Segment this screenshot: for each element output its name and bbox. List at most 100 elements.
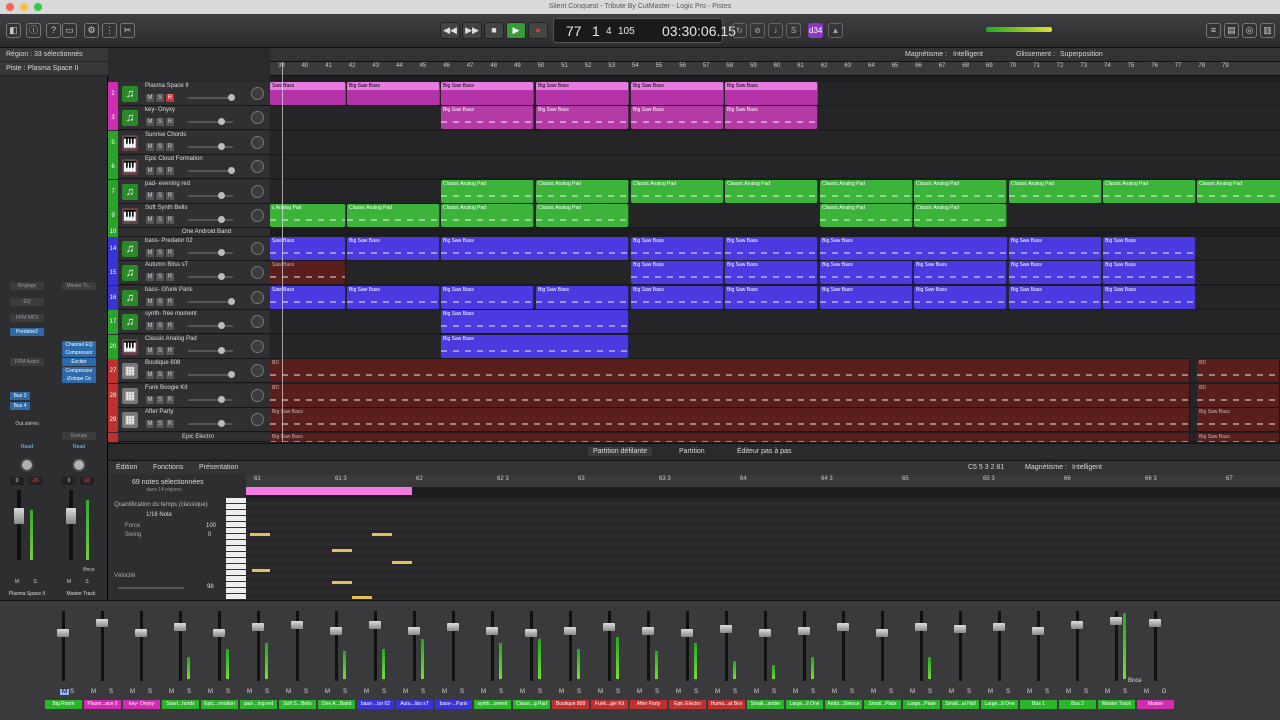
volume-knob[interactable] [218, 143, 225, 150]
region[interactable]: Big Saw Bass [1103, 237, 1196, 260]
eq-slot[interactable]: EQ [10, 298, 44, 306]
audio-fx-slot[interactable]: FPM Audio [10, 358, 44, 366]
mixer-channel-strip[interactable]: M S One A...Band [317, 601, 356, 720]
solo-button[interactable]: S [156, 322, 164, 330]
cpu-meter[interactable]: d34 [808, 23, 823, 38]
inspector-icon[interactable]: ⓘ [26, 23, 41, 38]
volume-knob[interactable] [228, 167, 235, 174]
region[interactable]: Big Saw Bass [725, 286, 818, 309]
mute-button[interactable]: M [910, 689, 915, 695]
volume-knob[interactable] [218, 273, 225, 280]
region[interactable]: Classic Analog Pad [441, 180, 534, 203]
channel-fader[interactable] [1110, 617, 1122, 625]
region[interactable]: Classic Analog Pad [1103, 180, 1196, 203]
channel-fader[interactable] [720, 625, 732, 633]
metronome-icon[interactable]: ▲ [828, 23, 843, 38]
pan-knob-right[interactable] [72, 458, 86, 472]
cycle-icon[interactable]: ↻ [732, 23, 747, 38]
channel-name[interactable]: Classi...g Pad [513, 700, 550, 709]
record-arm-button[interactable]: R [166, 298, 174, 306]
solo-left[interactable]: S [30, 578, 40, 586]
volume-slider[interactable] [188, 167, 235, 174]
channel-name[interactable]: Funk...gie Kit [591, 700, 628, 709]
mute-button[interactable]: M [364, 689, 369, 695]
setting-slot[interactable]: Réglage [10, 282, 44, 290]
automation-read-left[interactable]: Read [10, 443, 44, 451]
mixer-channel-strip[interactable]: M D Master [1136, 601, 1175, 720]
mute-button[interactable]: M [442, 689, 447, 695]
region[interactable]: Big Saw Bass [725, 237, 818, 260]
mixer-channel-strip[interactable]: M S Sunri...hords [161, 601, 200, 720]
region[interactable]: Classic Analog Pad [820, 204, 913, 227]
piano-roll-grid[interactable] [246, 498, 1280, 600]
region[interactable]: Big Saw Bass [347, 286, 440, 309]
mute-button[interactable]: M [286, 689, 291, 695]
fx-slot-3[interactable]: Exciter [62, 358, 96, 366]
region[interactable]: Classic Analog Pad [631, 180, 724, 203]
master-volume-slider[interactable] [986, 27, 1052, 32]
channel-name[interactable]: Small...Plate [864, 700, 901, 709]
record-arm-button[interactable]: R [166, 118, 174, 126]
list-editors-icon[interactable]: ≡ [1206, 23, 1221, 38]
midi-note[interactable] [372, 533, 392, 536]
solo-button[interactable]: S [499, 689, 503, 695]
region[interactable]: Big Saw Bass [1009, 286, 1102, 309]
volume-knob[interactable] [218, 420, 225, 427]
region[interactable]: Classic Analog Pad [536, 204, 629, 227]
solo-button[interactable]: S [109, 689, 113, 695]
mute-button[interactable]: M [871, 689, 876, 695]
channel-fader[interactable] [330, 627, 342, 635]
track-name[interactable]: One Android Band [182, 229, 231, 235]
volume-slider[interactable] [188, 298, 235, 305]
mute-button[interactable]: M [754, 689, 759, 695]
mute-button[interactable]: M [146, 347, 154, 355]
lcd-display[interactable]: 77 1 4 105 03:30:06.15 [553, 18, 736, 43]
solo-button[interactable]: S [156, 216, 164, 224]
mixer-channel-strip[interactable]: M S Classi...g Pad [512, 601, 551, 720]
solo-button[interactable]: S [421, 689, 425, 695]
snap-select[interactable]: Intelligent [953, 51, 983, 58]
solo-button[interactable]: S [156, 167, 164, 175]
pan-knob[interactable] [251, 315, 264, 328]
mute-button[interactable]: M [715, 689, 720, 695]
stop-button[interactable]: ■ [484, 22, 504, 39]
mute-button[interactable]: M [559, 689, 564, 695]
mute-button[interactable]: M [146, 322, 154, 330]
region[interactable]: Big Saw Bass [820, 286, 913, 309]
region[interactable]: Big Saw Bass [270, 408, 1190, 431]
region[interactable]: Classic Analog Pad [1009, 180, 1102, 203]
browser-icon[interactable]: ▥ [1260, 23, 1275, 38]
volume-knob[interactable] [218, 192, 225, 199]
volume-slider[interactable] [188, 273, 233, 280]
track-header[interactable]: 17 ♫ synth- free moment M S R [108, 310, 270, 334]
channel-fader[interactable] [96, 619, 108, 627]
mixer-icon[interactable]: ⋮ [102, 23, 117, 38]
region[interactable]: Big Saw Bass [631, 106, 724, 129]
channel-name[interactable]: Master [1137, 700, 1174, 709]
mute-button[interactable]: M [949, 689, 954, 695]
track-name[interactable]: pad- evening red [145, 181, 190, 187]
region[interactable]: Big Saw Bass [631, 82, 724, 105]
mixer-channel-strip[interactable]: M S After Party [629, 601, 668, 720]
record-arm-button[interactable]: R [166, 322, 174, 330]
region[interactable]: Big Saw Bass [441, 82, 534, 105]
track-header[interactable]: 15 ♫ Autumn Bliss sT M S R [108, 261, 270, 285]
channel-name[interactable]: bass-...Paris [435, 700, 472, 709]
region[interactable]: Big Saw Bass [536, 106, 629, 129]
mute-right[interactable]: M [64, 578, 74, 586]
channel-fader[interactable] [447, 623, 459, 631]
piano-edit-menu[interactable]: Édition [116, 464, 137, 471]
track-name[interactable]: Classic Analog Pad [145, 336, 197, 342]
solo-button[interactable]: S [156, 347, 164, 355]
channel-fader[interactable] [993, 623, 1005, 631]
pan-knob[interactable] [251, 136, 264, 149]
channel-name[interactable]: Epic...rmation [201, 700, 238, 709]
master-setting-slot[interactable]: Master Tr... [62, 282, 96, 290]
record-arm-button[interactable]: R [166, 273, 174, 281]
channel-name[interactable]: Bus 2 [1059, 700, 1096, 709]
channel-fader[interactable] [564, 627, 576, 635]
mute-button[interactable]: M [91, 689, 96, 695]
track-lane[interactable] [270, 310, 1280, 334]
volume-knob[interactable] [218, 216, 225, 223]
record-arm-button[interactable]: R [166, 249, 174, 257]
